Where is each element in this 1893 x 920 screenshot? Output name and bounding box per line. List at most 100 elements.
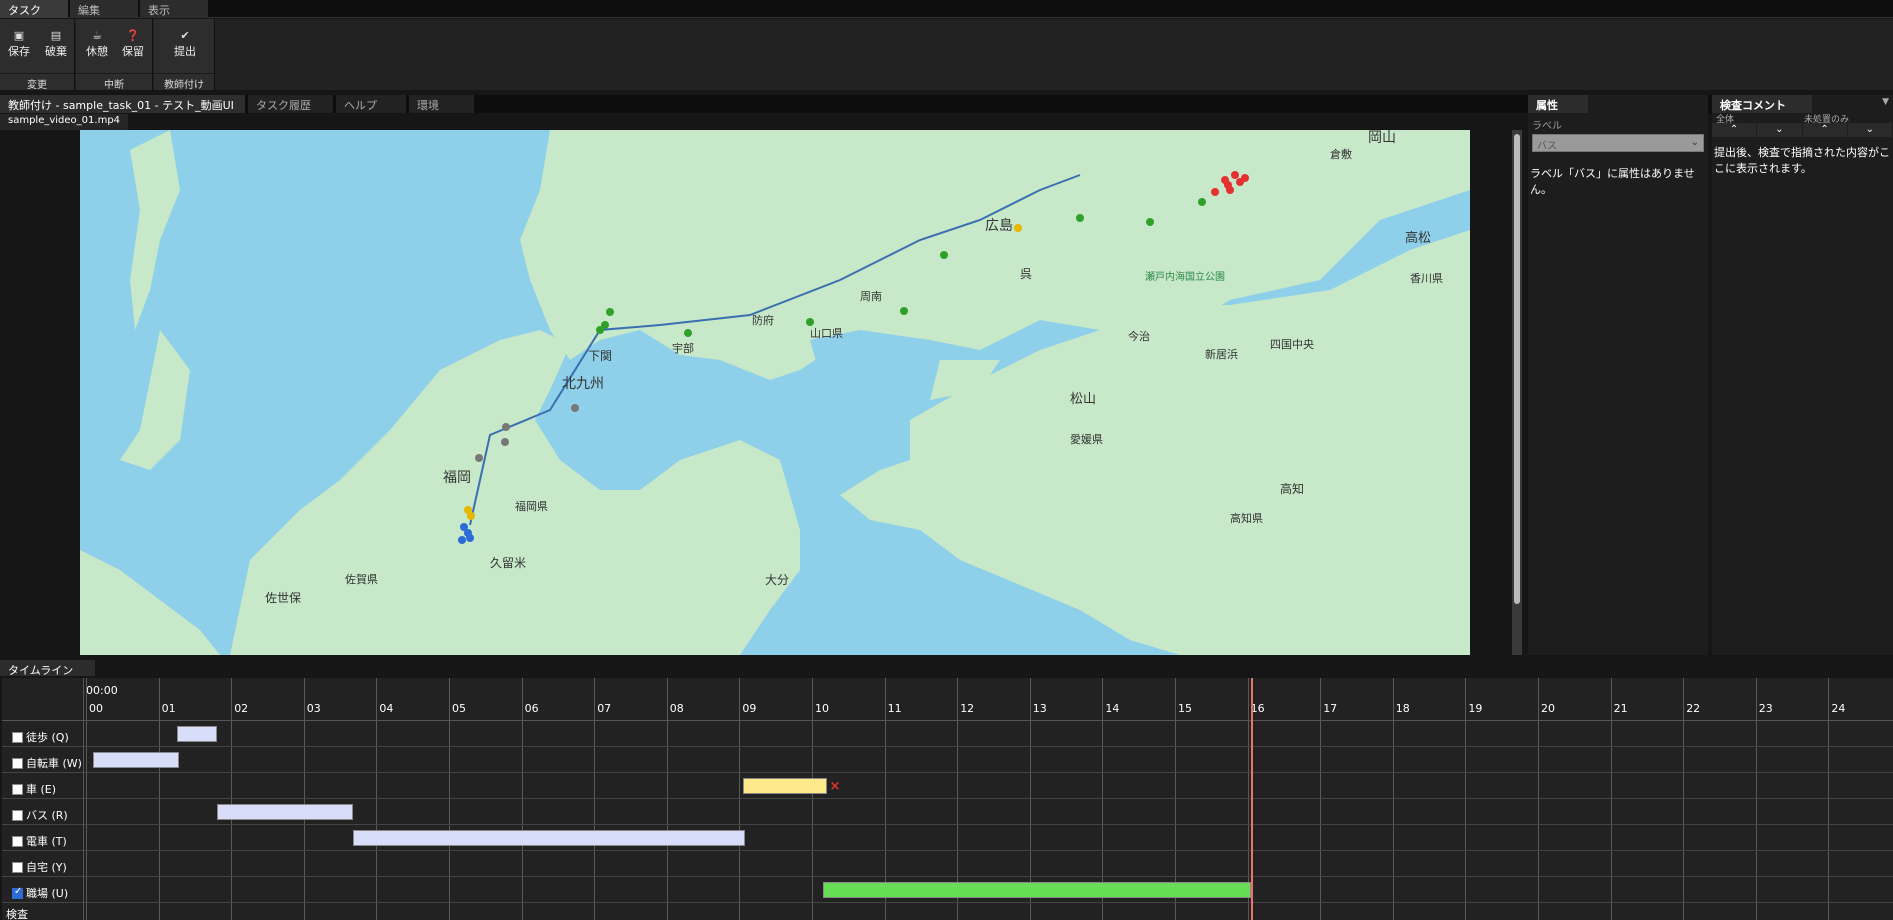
row-label-text: 職場 (U) xyxy=(26,887,69,900)
hour-tick-label: 07 xyxy=(597,702,612,715)
ribbon-group-label: 中断 xyxy=(76,73,152,91)
timeline-segment[interactable] xyxy=(176,726,217,742)
hour-tick-label: 03 xyxy=(306,702,321,715)
discard-button[interactable]: ▤ 破棄 xyxy=(39,29,73,59)
save-label: 保存 xyxy=(8,45,30,58)
row-checkbox[interactable] xyxy=(12,809,23,821)
map-label: 愛媛県 xyxy=(1070,432,1103,446)
map-label: 高知 xyxy=(1280,481,1304,496)
scrollbar-thumb[interactable] xyxy=(1514,134,1520,604)
delete-segment-icon[interactable]: × xyxy=(830,779,841,794)
menu-task[interactable]: タスク xyxy=(0,0,68,18)
map-label: 瀬戸内海国立公園 xyxy=(1145,270,1225,283)
tab-help[interactable]: ヘルプ xyxy=(336,95,406,113)
timeline-segment[interactable] xyxy=(93,752,179,768)
timeline-segment[interactable] xyxy=(216,804,354,820)
ribbon-group-annotate: ✔ 提出 教師付け xyxy=(154,19,215,91)
tab-environment[interactable]: 環境 xyxy=(409,95,474,113)
timeline-row-label: バス (R) xyxy=(2,799,84,825)
row-checkbox[interactable] xyxy=(12,757,23,769)
row-label-text: 自転車 (W) xyxy=(26,757,82,770)
map-label: 佐賀県 xyxy=(345,572,378,586)
map-label: 今治 xyxy=(1128,329,1150,343)
map-label: 防府 xyxy=(752,313,774,327)
hold-button[interactable]: ❓ 保留 xyxy=(116,29,150,59)
hour-tick-label: 04 xyxy=(379,702,394,715)
tab-annotate[interactable]: 教師付け - sample_task_01 - テスト_動画UI * xyxy=(0,95,245,126)
hour-tick-label: 05 xyxy=(452,702,466,715)
prev-unresolved-button[interactable]: ⌃ xyxy=(1802,123,1847,137)
hour-tick-label: 19 xyxy=(1468,702,1483,715)
check-icon: ✔ xyxy=(180,29,190,42)
hour-tick-label: 00 xyxy=(89,702,103,715)
hour-tick-label: 24 xyxy=(1831,702,1846,715)
hour-tick-label: 21 xyxy=(1613,702,1628,715)
hour-tick-label: 02 xyxy=(234,702,249,715)
video-file-tab[interactable]: sample_video_01.mp4 xyxy=(0,114,129,130)
timeline-panel[interactable]: 00:00 00 01 02 03 04 05 06 07 08 09 10 11 12 13 14 15 16… xyxy=(2,678,1893,920)
timeline-segment[interactable] xyxy=(353,830,746,846)
coffee-icon: ☕ xyxy=(92,29,102,42)
map-label: 山口県 xyxy=(810,327,843,340)
ribbon-group-label: 変更 xyxy=(0,73,74,91)
prev-all-button[interactable]: ⌃ xyxy=(1712,123,1757,137)
ribbon-group-pause: ☕ 休憩 ❓ 保留 中断 xyxy=(76,19,153,91)
map-label: 福岡 xyxy=(443,469,471,485)
row-checkbox[interactable] xyxy=(12,886,23,899)
map-label: 高知県 xyxy=(1230,511,1263,525)
hour-tick-label: 23 xyxy=(1758,702,1773,715)
hour-tick-label: 13 xyxy=(1032,702,1047,715)
hour-tick-label: 06 xyxy=(524,702,539,715)
panel-menu-icon[interactable]: ▼ xyxy=(1882,97,1889,107)
submit-button[interactable]: ✔ 提出 xyxy=(168,29,202,59)
question-icon: ❓ xyxy=(126,29,140,42)
map-image: 岡山 広島 下関 北九州 福岡 松山 高松 大分 高知 佐世保 久留米 山口県 … xyxy=(80,130,1470,655)
map-label: 宇部 xyxy=(672,341,694,355)
map-label: 大分 xyxy=(765,573,789,587)
next-all-button[interactable]: ⌄ xyxy=(1757,123,1802,137)
map-label: 久留米 xyxy=(490,556,526,570)
timeline-time-label: 00:00 xyxy=(86,684,118,697)
ribbon-group-change: ▣ 保存 ▤ 破棄 変更 xyxy=(0,19,75,91)
map-label: 岡山 xyxy=(1368,130,1396,145)
row-checkbox[interactable] xyxy=(12,731,23,743)
map-label: 佐世保 xyxy=(265,591,301,605)
timeline-segment[interactable] xyxy=(822,882,1252,898)
hour-tick-label: 17 xyxy=(1323,702,1338,715)
video-scrollbar[interactable] xyxy=(1512,130,1522,655)
hour-tick-label: 20 xyxy=(1541,702,1555,715)
break-button[interactable]: ☕ 休憩 xyxy=(80,29,114,59)
row-checkbox[interactable] xyxy=(12,783,23,795)
row-checkbox[interactable] xyxy=(12,835,23,847)
chevron-down-icon: ⌄ xyxy=(1690,137,1699,148)
timeline-row[interactable]: 電車 (T) xyxy=(2,825,1893,851)
hour-tick-label: 18 xyxy=(1395,702,1410,715)
timeline-row-label: 職場 (U) xyxy=(2,877,84,903)
menu-view[interactable]: 表示 xyxy=(140,0,208,18)
timeline-segment[interactable] xyxy=(743,778,827,794)
timeline-row[interactable]: 自宅 (Y) xyxy=(2,851,1893,877)
file-icon: ▤ xyxy=(50,29,62,42)
timeline-row-label: 自宅 (Y) xyxy=(2,851,84,877)
ribbon-group-label: 教師付け xyxy=(154,73,214,91)
menu-edit[interactable]: 編集 xyxy=(70,0,138,18)
next-unresolved-button[interactable]: ⌄ xyxy=(1847,123,1892,137)
timeline-row[interactable]: 車 (E) xyxy=(2,773,1893,799)
tab-history[interactable]: タスク履歴 xyxy=(248,95,333,113)
save-button[interactable]: ▣ 保存 xyxy=(2,29,36,59)
playhead-cursor[interactable] xyxy=(1251,678,1254,920)
attribute-panel: 属性 ラベル バス ⌄ ラベル「バス」に属性はありません。 xyxy=(1528,95,1708,655)
row-checkbox[interactable] xyxy=(12,861,23,873)
timeline-row-label: 徒歩 (Q) xyxy=(2,721,84,747)
hour-tick-label: 12 xyxy=(960,702,975,715)
ribbon-toolbar: ▣ 保存 ▤ 破棄 変更 ☕ 休憩 ❓ 保留 中断 ✔ 提出 教師付け xyxy=(0,19,1893,91)
row-label-text: バス (R) xyxy=(26,809,68,822)
hour-tick-label: 09 xyxy=(742,702,757,715)
hour-tick-label: 22 xyxy=(1686,702,1701,715)
row-label-text: 自宅 (Y) xyxy=(26,861,67,874)
timeline-row[interactable]: 自転車 (W) xyxy=(2,747,1893,773)
video-frame[interactable]: 岡山 広島 下関 北九州 福岡 松山 高松 大分 高知 佐世保 久留米 山口県 … xyxy=(80,130,1470,655)
timeline-row-label: 電車 (T) xyxy=(2,825,84,851)
label-select[interactable]: バス ⌄ xyxy=(1532,134,1704,152)
timeline-row[interactable]: 徒歩 (Q) xyxy=(2,721,1893,747)
